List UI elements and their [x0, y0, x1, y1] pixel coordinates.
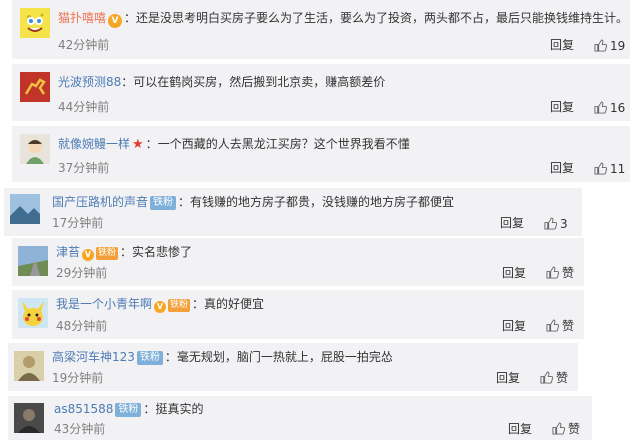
comment-line: 高梁河车神123 铁粉 ：毫无规划，脑门一热就上，屁股一拍完怂: [52, 350, 393, 365]
landscape-avatar-icon[interactable]: [10, 194, 40, 224]
reply-button[interactable]: 回复: [550, 159, 574, 176]
fan-badge: 铁粉: [96, 247, 119, 260]
comment-text: 挺真实的: [155, 402, 204, 416]
comment-item: 就像婉鳗一样 ★ ：一个西藏的人去黑龙江买房？这个世界我看不懂 37分钟前 回复 1…: [12, 126, 630, 182]
comment-text: 真的好便宜: [204, 297, 265, 311]
reply-button[interactable]: 回复: [502, 264, 526, 281]
thumbs-up-icon: [594, 162, 608, 175]
comment-line: 我是一个小青年啊 V 铁粉 ：真的好便宜: [56, 297, 265, 313]
road-avatar-icon[interactable]: [18, 246, 48, 276]
vip-icon: V: [154, 301, 167, 313]
thumbs-up-icon: [540, 371, 554, 384]
like-count: 3: [560, 217, 568, 231]
like-button[interactable]: 赞: [552, 420, 580, 437]
timestamp: 44分钟前: [58, 100, 110, 114]
pikachu-avatar-icon[interactable]: [18, 298, 48, 328]
comment-item: as851588 铁粉 ：挺真实的 43分钟前 回复 赞: [8, 396, 592, 440]
thumbs-up-icon: [552, 422, 566, 435]
comment-text: 毫无规划，脑门一热就上，屁股一拍完怂: [176, 350, 393, 364]
comment-line: 国产压路机的声音 铁粉 ：有钱赚的地方房子都贵，没钱赚的地方房子都便宜: [52, 195, 455, 210]
like-button[interactable]: 3: [544, 217, 568, 231]
comment-item: 国产压路机的声音 铁粉 ：有钱赚的地方房子都贵，没钱赚的地方房子都便宜 17分钟前 …: [4, 188, 582, 236]
timestamp: 29分钟前: [56, 266, 108, 280]
thumbs-up-icon: [594, 39, 608, 52]
comment-line: 光波预测88：可以在鹤岗买房，然后搬到北京卖，赚高额差价: [58, 75, 386, 89]
comment-item: 光波预测88：可以在鹤岗买房，然后搬到北京卖，赚高额差价 44分钟前 回复 16: [12, 64, 630, 121]
like-count: 16: [610, 101, 626, 115]
fan-badge: 铁粉: [150, 196, 177, 210]
thumbs-up-icon: [546, 319, 560, 332]
person-avatar-icon[interactable]: [14, 351, 44, 381]
like-count: 赞: [556, 371, 569, 385]
comment-text: 一个西藏的人去黑龙江买房？这个世界我看不懂: [157, 137, 410, 151]
username[interactable]: 津苔: [56, 245, 80, 259]
vip-icon: V: [108, 14, 123, 28]
fan-badge: 铁粉: [168, 299, 191, 312]
like-button[interactable]: 16: [594, 101, 625, 115]
comment-item: 高梁河车神123 铁粉 ：毫无规划，脑门一热就上，屁股一拍完怂 19分钟前 回复 赞: [8, 343, 578, 391]
comment-item: 我是一个小青年啊 V 铁粉 ：真的好便宜 48分钟前 回复 赞: [12, 290, 584, 339]
like-button[interactable]: 赞: [546, 317, 574, 334]
timestamp: 42分钟前: [58, 38, 110, 52]
reply-button[interactable]: 回复: [550, 98, 574, 115]
username[interactable]: 猫扑嘻嘻: [58, 11, 106, 25]
username[interactable]: 我是一个小青年啊: [56, 297, 152, 311]
username[interactable]: as851588: [54, 402, 113, 416]
like-button[interactable]: 赞: [546, 264, 574, 281]
username[interactable]: 国产压路机的声音: [52, 195, 148, 209]
reply-button[interactable]: 回复: [550, 36, 574, 53]
cartoon-avatar-icon[interactable]: [20, 134, 50, 164]
timestamp: 37分钟前: [58, 161, 110, 175]
comment-text: 实名悲惨了: [132, 245, 193, 259]
reply-button[interactable]: 回复: [508, 420, 532, 437]
star-icon: ★: [132, 137, 144, 152]
like-button[interactable]: 11: [594, 162, 625, 176]
horse-avatar-icon[interactable]: [20, 72, 50, 102]
comment-text: 有钱赚的地方房子都贵，没钱赚的地方房子都便宜: [190, 195, 455, 209]
username[interactable]: 光波预测88: [58, 75, 121, 89]
comment-line: 就像婉鳗一样 ★ ：一个西藏的人去黑龙江买房？这个世界我看不懂: [58, 137, 410, 152]
vip-icon: V: [82, 249, 95, 261]
comment-text: 可以在鹤岗买房，然后搬到北京卖，赚高额差价: [133, 75, 386, 89]
sponge-avatar-icon[interactable]: [20, 8, 50, 38]
timestamp: 19分钟前: [52, 371, 104, 385]
comment-line: 猫扑嘻嘻 V ：还是没思考明白买房子要么为了生活，要么为了投资，两头都不占，最后只能…: [58, 11, 629, 28]
reply-button[interactable]: 回复: [502, 317, 526, 334]
comment-line: as851588 铁粉 ：挺真实的: [54, 402, 204, 417]
timestamp: 48分钟前: [56, 319, 108, 333]
like-count: 11: [610, 162, 626, 176]
like-count: 19: [610, 39, 626, 53]
like-count: 赞: [562, 266, 575, 280]
comment-text: 还是没思考明白买房子要么为了生活，要么为了投资，两头都不占，最后只能换钱维持生计…: [136, 11, 629, 25]
like-count: 赞: [568, 422, 581, 436]
like-count: 赞: [562, 319, 575, 333]
reply-button[interactable]: 回复: [496, 369, 520, 386]
fan-badge: 铁粉: [115, 403, 142, 417]
thumbs-up-icon: [594, 101, 608, 114]
username[interactable]: 高梁河车神123: [52, 350, 135, 364]
thumbs-up-icon: [544, 217, 558, 230]
like-button[interactable]: 赞: [540, 369, 568, 386]
username[interactable]: 就像婉鳗一样: [58, 137, 130, 151]
comment-item: 津苔 V 铁粉 ：实名悲惨了 29分钟前 回复 赞: [12, 238, 584, 286]
timestamp: 17分钟前: [52, 216, 104, 230]
fan-badge: 铁粉: [136, 351, 163, 365]
dark-avatar-icon[interactable]: [14, 403, 44, 433]
timestamp: 43分钟前: [54, 422, 106, 436]
reply-button[interactable]: 回复: [500, 214, 524, 231]
thumbs-up-icon: [546, 266, 560, 279]
comment-line: 津苔 V 铁粉 ：实名悲惨了: [56, 245, 193, 261]
comment-item: 猫扑嘻嘻 V ：还是没思考明白买房子要么为了生活，要么为了投资，两头都不占，最后只能…: [12, 0, 630, 59]
like-button[interactable]: 19: [594, 39, 625, 53]
